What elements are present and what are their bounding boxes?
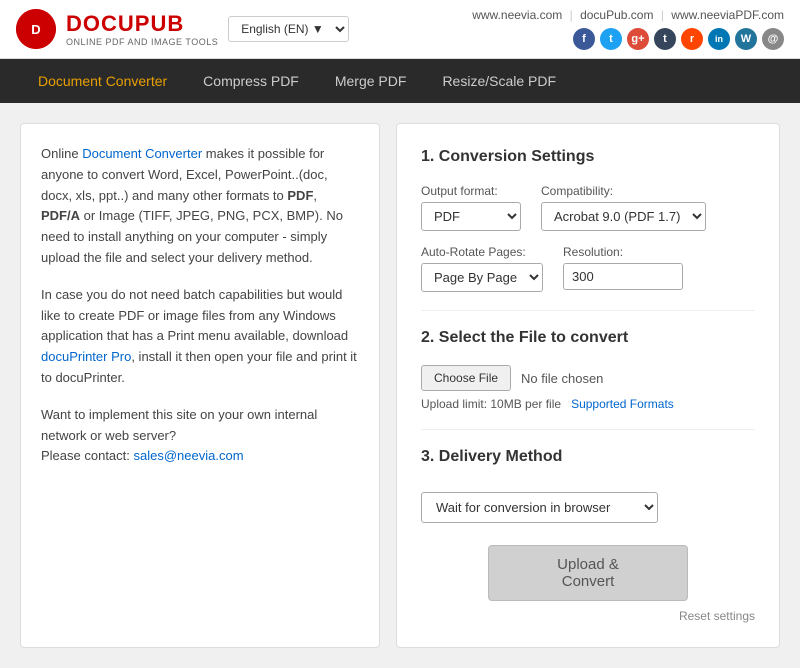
docupub-logo-icon: D [16,9,56,49]
svg-text:D: D [31,22,40,37]
compatibility-label: Compatibility: [541,184,706,198]
googleplus-icon[interactable]: g+ [627,28,649,50]
right-panel: 1. Conversion Settings Output format: PD… [396,123,780,648]
logo-text: DOCUPUB ONLINE PDF AND IMAGE TOOLS [66,11,218,47]
resolution-input[interactable]: 300 [563,263,683,290]
resolution-label: Resolution: [563,245,683,259]
nav-document-converter[interactable]: Document Converter [20,61,185,101]
nav-bar: Document Converter Compress PDF Merge PD… [0,59,800,103]
conversion-settings-row1: Output format: PDF PDF/A TIFF JPEG PNG P… [421,184,755,231]
upload-limit-row: Upload limit: 10MB per file Supported Fo… [421,397,755,411]
intro-para2: In case you do not need batch capabiliti… [41,285,359,389]
choose-file-button[interactable]: Choose File [421,365,511,391]
main-content: Online Document Converter makes it possi… [0,103,800,668]
upload-convert-button[interactable]: Upload & Convert [488,545,688,601]
left-panel: Online Document Converter makes it possi… [20,123,380,648]
neevia-link[interactable]: www.neevia.com [472,8,562,22]
docupub-link[interactable]: docuPub.com [580,8,653,22]
section1-title: 1. Conversion Settings [421,148,755,170]
social-icons-row: f t g+ t r in W @ [573,28,784,50]
top-right: www.neevia.com | docuPub.com | www.neevi… [472,8,784,50]
upload-limit-text: Upload limit: 10MB per file [421,397,561,411]
no-file-text: No file chosen [521,371,603,386]
file-row: Choose File No file chosen [421,365,755,391]
section-divider-1 [421,310,755,311]
output-format-group: Output format: PDF PDF/A TIFF JPEG PNG P… [421,184,521,231]
conversion-settings-row2: Auto-Rotate Pages: Page By Page None All… [421,245,755,292]
compatibility-group: Compatibility: Acrobat 9.0 (PDF 1.7) Acr… [541,184,706,231]
top-links: www.neevia.com | docuPub.com | www.neevi… [472,8,784,22]
logo-area: D DOCUPUB ONLINE PDF AND IMAGE TOOLS Eng… [16,9,349,49]
reset-settings-link[interactable]: Reset settings [421,609,755,623]
nav-merge-pdf[interactable]: Merge PDF [317,61,425,101]
section3-title: 3. Delivery Method [421,448,755,470]
reddit-icon[interactable]: r [681,28,703,50]
output-format-label: Output format: [421,184,521,198]
doc-converter-link[interactable]: Document Converter [82,146,202,161]
auto-rotate-select[interactable]: Page By Page None All [421,263,543,292]
top-bar: D DOCUPUB ONLINE PDF AND IMAGE TOOLS Eng… [0,0,800,59]
supported-formats-link[interactable]: Supported Formats [571,397,674,411]
nav-resize-pdf[interactable]: Resize/Scale PDF [424,61,574,101]
output-format-select[interactable]: PDF PDF/A TIFF JPEG PNG PCX BMP [421,202,521,231]
facebook-icon[interactable]: f [573,28,595,50]
delivery-method-group: Wait for conversion in browser Email the… [421,492,658,523]
nav-compress-pdf[interactable]: Compress PDF [185,61,317,101]
sales-email-link[interactable]: sales@neevia.com [134,448,244,463]
email-icon[interactable]: @ [762,28,784,50]
language-select[interactable]: English (EN) ▼ [228,16,349,42]
intro-para3: Want to implement this site on your own … [41,405,359,467]
twitter-icon[interactable]: t [600,28,622,50]
intro-para1: Online Document Converter makes it possi… [41,144,359,269]
section-divider-2 [421,429,755,430]
neeviapdf-link[interactable]: www.neeviaPDF.com [671,8,784,22]
compatibility-select[interactable]: Acrobat 9.0 (PDF 1.7) Acrobat 8.0 (PDF 1… [541,202,706,231]
linkedin-icon[interactable]: in [708,28,730,50]
auto-rotate-group: Auto-Rotate Pages: Page By Page None All [421,245,543,292]
logo-sub: ONLINE PDF AND IMAGE TOOLS [66,37,218,47]
delivery-method-select[interactable]: Wait for conversion in browser Email the… [421,492,658,523]
docuprinter-link[interactable]: docuPrinter Pro [41,349,131,364]
section2-title: 2. Select the File to convert [421,329,755,351]
wordpress-icon[interactable]: W [735,28,757,50]
auto-rotate-label: Auto-Rotate Pages: [421,245,543,259]
resolution-group: Resolution: 300 [563,245,683,292]
tumblr-icon[interactable]: t [654,28,676,50]
logo-name: DOCUPUB [66,11,218,37]
